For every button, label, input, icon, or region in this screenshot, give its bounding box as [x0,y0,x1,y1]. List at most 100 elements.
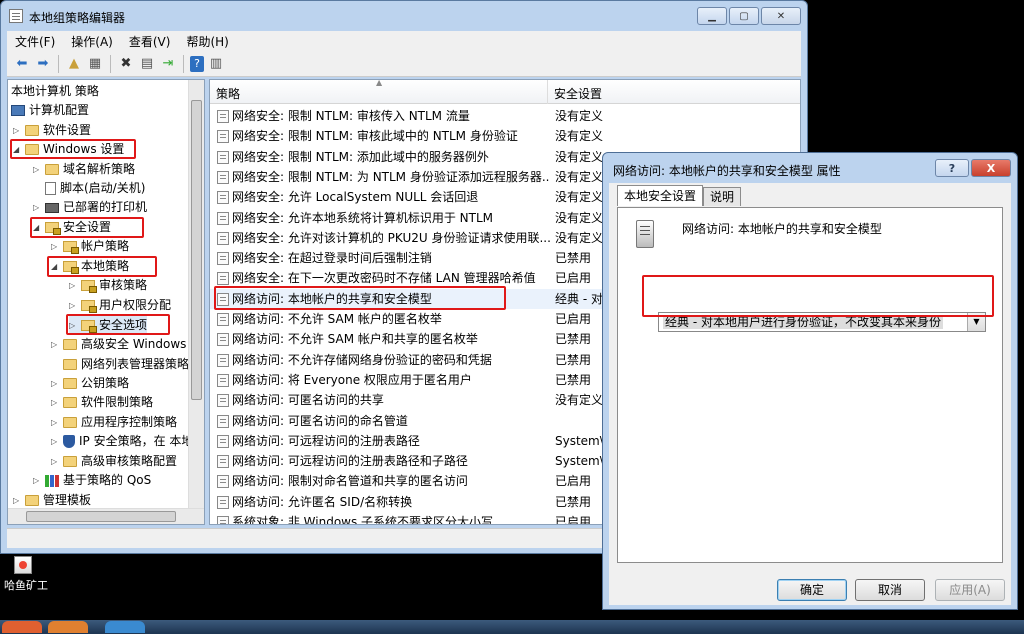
tree-item-user-rights[interactable]: ▷ 用户权限分配 [69,296,171,315]
up-folder-icon[interactable]: ▲ [65,55,83,73]
dropdown-selected-value: 经典 - 对本地用户进行身份验证，不改变其本来身份 [663,315,943,329]
taskbar-button-3[interactable] [105,621,145,633]
expand-arrow-icon[interactable]: ▷ [33,160,45,179]
back-arrow-icon[interactable]: ⬅ [13,55,31,73]
toolbar-separator [58,54,59,73]
policy-name-cell: 网络访问: 不允许 SAM 帐户和共享的匿名枚举 [232,332,478,347]
maximize-button[interactable]: ▢ [729,7,759,25]
policy-name-cell: 网络访问: 不允许 SAM 帐户的匿名枚举 [232,312,442,326]
minimize-button[interactable]: ▁ [697,7,727,25]
tree-item-qos[interactable]: ▷ 基于策略的 QoS [33,471,151,490]
delete-icon[interactable]: ✖ [117,55,135,73]
dialog-title: 网络访问: 本地帐户的共享和安全模型 属性 [613,164,841,178]
dialog-help-button[interactable]: ? [935,159,969,177]
policy-icon [217,130,229,144]
policy-name-cell: 网络访问: 允许匿名 SID/名称转换 [232,494,413,509]
column-header-setting[interactable]: 安全设置 [548,80,800,104]
expand-arrow-icon[interactable]: ▷ [51,335,63,354]
expand-arrow-icon[interactable]: ▷ [51,374,63,393]
dialog-footer: 确定 取消 应用(A) [609,575,1011,605]
highlight-dropdown [642,275,994,317]
dialog-tabs: 本地安全设置 说明 [617,185,742,207]
export-list-icon[interactable]: ⇥ [159,55,177,73]
policy-icon [217,252,229,266]
expand-arrow-icon[interactable]: ▷ [33,471,45,490]
taskbar-button-2[interactable] [48,621,88,633]
tree-item-public-key-policies[interactable]: ▷ 公钥策略 [51,374,129,393]
desktop-shortcut[interactable]: 哈鱼矿工 [4,556,54,593]
scrollbar-thumb[interactable] [26,511,176,522]
highlight-local-policies [47,256,157,277]
policy-editor-icon [9,9,23,23]
expand-arrow-icon[interactable]: ▷ [51,452,63,471]
desktop-shortcut-label: 哈鱼矿工 [4,579,48,592]
policy-icon [217,475,229,489]
policy-icon [217,353,229,367]
expand-arrow-icon[interactable]: ▷ [69,296,81,315]
policy-icon [217,231,229,245]
policy-name-cell: 网络安全: 限制 NTLM: 审核此域中的 NTLM 身份验证 [232,129,518,144]
app-shortcut-icon [14,556,32,574]
expand-arrow-icon[interactable]: ▷ [51,393,63,412]
security-setting-cell: 没有定义 [555,109,604,123]
list-header: 策略 ▲ 安全设置 [210,80,800,104]
tree-item-advanced-firewall[interactable]: ▷ 高级安全 Windows [51,335,186,354]
forward-arrow-icon[interactable]: ➡ [34,55,52,73]
close-button[interactable]: ✕ [761,7,801,25]
expand-arrow-icon[interactable]: ▷ [33,198,45,217]
tree-item-scripts[interactable]: 脚本(启动/关机) [45,179,145,198]
policy-name-cell: 网络访问: 可远程访问的注册表路径 [232,433,420,448]
folder-icon [63,456,77,467]
expand-arrow-icon[interactable]: ▷ [51,432,63,451]
help-icon[interactable]: ? [190,55,204,72]
taskbar-button-1[interactable] [2,621,42,633]
tree-item-software-restriction[interactable]: ▷ 软件限制策略 [51,393,153,412]
ok-button[interactable]: 确定 [777,579,847,601]
apply-button[interactable]: 应用(A) [935,579,1005,601]
policy-name-cell: 网络安全: 限制 NTLM: 审核传入 NTLM 流量 [232,109,470,123]
window-title: 本地组策略编辑器 [29,11,126,25]
policy-icon [217,434,229,448]
menu-help[interactable]: 帮助(H) [178,33,236,50]
menu-view[interactable]: 查看(V) [121,33,179,50]
tree-item-computer-config[interactable]: 计算机配置 [11,101,89,120]
tree-item-network-list-manager[interactable]: 网络列表管理器策略 [63,355,189,374]
tab-local-security-setting[interactable]: 本地安全设置 [617,185,704,206]
expand-arrow-icon[interactable]: ▷ [51,413,63,432]
tree-item-advanced-audit[interactable]: ▷ 高级审核策略配置 [51,452,177,471]
dialog-close-button[interactable]: X [971,159,1011,177]
menu-action[interactable]: 操作(A) [63,33,121,50]
tree-item-account-policies[interactable]: ▷ 帐户策略 [51,237,129,256]
table-row[interactable]: 网络安全: 限制 NTLM: 审核传入 NTLM 流量 没有定义 [210,106,800,126]
tree-item-software-settings[interactable]: ▷ 软件设置 [13,121,91,140]
folder-icon [25,125,39,136]
tree-horizontal-scrollbar[interactable] [8,508,204,524]
menu-bar: 文件(F) 操作(A) 查看(V) 帮助(H) [7,31,801,51]
menu-file[interactable]: 文件(F) [7,33,63,50]
policy-icon [217,495,229,509]
highlight-share-model-policy [214,286,506,310]
toolbar: ⬅ ➡ ▲ ▦ ✖ ▤ ⇥ ? ▥ [7,51,801,77]
tree-item-deployed-printers[interactable]: ▷ 已部署的打印机 [33,198,147,217]
tab-explain[interactable]: 说明 [703,187,742,206]
cancel-button[interactable]: 取消 [855,579,925,601]
show-hide-tree-icon[interactable]: ▦ [86,55,104,73]
properties-dialog: 网络访问: 本地帐户的共享和安全模型 属性 ? X 本地安全设置 说明 网络访问… [602,152,1018,610]
tree-item-audit-policy[interactable]: ▷ 审核策略 [69,276,147,295]
dialog-policy-name: 网络访问: 本地帐户的共享和安全模型 [682,222,882,236]
title-bar: 本地组策略编辑器 ▁ ▢ ✕ [1,1,807,31]
expand-arrow-icon[interactable]: ▷ [13,121,25,140]
expand-arrow-icon[interactable]: ▷ [69,276,81,295]
tree-item-ip-security[interactable]: ▷ IP 安全策略，在 本地 [51,432,193,451]
tree-item-name-resolution-policy[interactable]: ▷ 域名解析策略 [33,160,135,179]
expand-arrow-icon[interactable]: ▷ [51,237,63,256]
tree-item-app-control[interactable]: ▷ 应用程序控制策略 [51,413,177,432]
view-icon[interactable]: ▥ [207,55,225,73]
scrollbar-thumb[interactable] [191,100,202,400]
tree-item-local-computer-policy[interactable]: 本地计算机 策略 [11,82,99,101]
toolbar-separator [183,54,184,73]
policy-name-cell: 网络安全: 允许本地系统将计算机标识用于 NTLM [232,210,494,225]
tree-vertical-scrollbar[interactable] [188,80,204,510]
properties-icon[interactable]: ▤ [138,55,156,73]
table-row[interactable]: 网络安全: 限制 NTLM: 审核此域中的 NTLM 身份验证 没有定义 [210,126,800,146]
